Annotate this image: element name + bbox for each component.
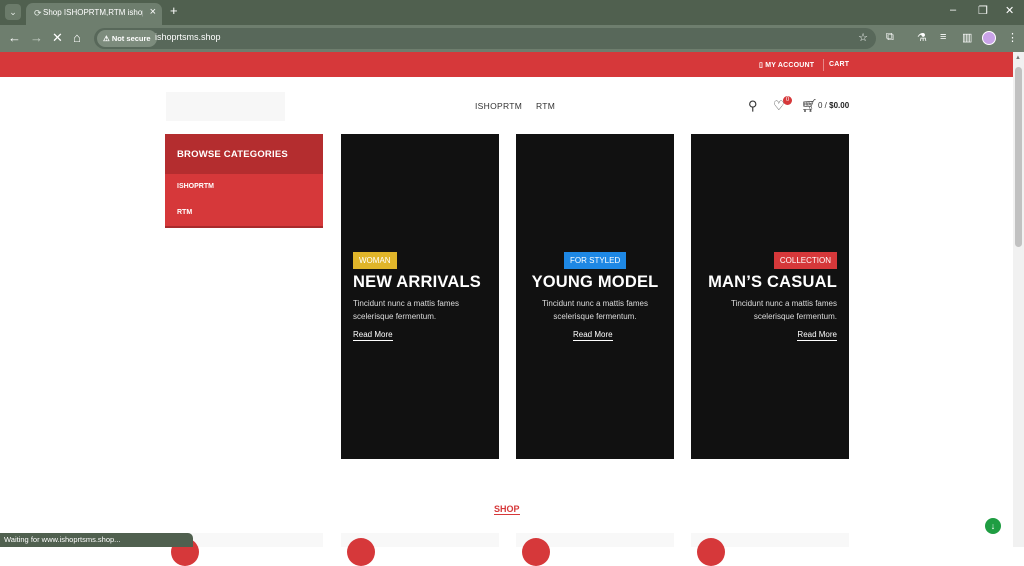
categories-title[interactable]: BROWSE CATEGORIES (165, 134, 323, 174)
address-bar[interactable]: ⚠ Not secure ishoprtsms.shop ☆ (94, 28, 876, 49)
banner-new-arrivals[interactable]: WOMAN NEW ARRIVALS Tincidunt nunc a matt… (341, 134, 499, 459)
banner-description: Tincidunt nunc a mattis fames scelerisqu… (731, 297, 837, 323)
product-badge (522, 538, 550, 566)
url-text[interactable]: ishoprtsms.shop (155, 32, 221, 42)
product-card[interactable] (516, 533, 674, 566)
stop-loading-icon[interactable]: ✕ (52, 30, 63, 46)
loading-favicon-icon: ⟳ (34, 8, 42, 18)
banner-description-line: scelerisque fermentum. (553, 312, 637, 321)
labs-flask-icon[interactable]: ⚗ (917, 31, 927, 44)
tab-close-icon[interactable]: × (150, 6, 156, 18)
banner-title: MAN’S CASUAL (708, 273, 837, 291)
read-more-link[interactable]: Read More (573, 330, 613, 341)
new-tab-icon[interactable]: + (170, 3, 178, 18)
wishlist-count-badge: 0 (783, 96, 792, 105)
banner-description-line: scelerisque fermentum. (353, 312, 437, 321)
banner-description: Tincidunt nunc a mattis fames scelerisqu… (516, 297, 674, 323)
banner-description-line: Tincidunt nunc a mattis fames (731, 299, 837, 308)
nav-item-rtm[interactable]: RTM (536, 101, 555, 111)
download-arrow-icon[interactable]: ↓ (985, 518, 1001, 534)
banner-description: Tincidunt nunc a mattis fames scelerisqu… (353, 297, 459, 323)
menu-dots-icon[interactable]: ⋮ (1007, 31, 1018, 44)
profile-avatar[interactable] (982, 31, 996, 45)
home-icon[interactable]: ⌂ (73, 30, 81, 45)
read-more-link[interactable]: Read More (353, 330, 393, 341)
nav-item-ishoprtm[interactable]: ISHOPRTM (475, 101, 522, 111)
not-secure-chip[interactable]: ⚠ Not secure (97, 30, 157, 47)
shop-section-title[interactable]: SHOP (494, 504, 520, 515)
cart-amount: $0.00 (829, 101, 850, 110)
forward-icon[interactable]: → (30, 30, 43, 45)
my-account-label: MY ACCOUNT (765, 62, 815, 69)
site-top-bar: ▯ MY ACCOUNT CART (0, 52, 1013, 77)
browser-status-bar: Waiting for www.ishoprtsms.shop... (0, 533, 193, 547)
product-card[interactable] (341, 533, 499, 566)
browser-tab[interactable]: ⟳ Shop ISHOPRTM,RTM ishoprtsms × (26, 3, 162, 25)
tab-search-icon[interactable]: ⌄ (5, 4, 21, 20)
read-more-link[interactable]: Read More (797, 330, 837, 341)
banner-title: NEW ARRIVALS (353, 273, 481, 291)
security-label: Not secure (111, 34, 151, 43)
scrollbar-thumb[interactable] (1015, 67, 1022, 247)
site-logo[interactable] (166, 92, 285, 121)
banner-badge: FOR STYLED (564, 252, 627, 269)
cart-link[interactable]: CART (829, 61, 849, 68)
side-panel-icon[interactable]: ▥ (962, 31, 972, 44)
minimize-icon[interactable]: – (950, 4, 956, 16)
cart-icon[interactable]: 🛒︎ (801, 98, 818, 114)
cart-count: 0 / (818, 101, 827, 110)
banner-young-model[interactable]: FOR STYLED YOUNG MODEL Tincidunt nunc a … (516, 134, 674, 459)
restore-icon[interactable]: ❐ (978, 4, 988, 17)
my-account-link[interactable]: ▯ MY ACCOUNT (759, 61, 814, 69)
browse-categories-menu: BROWSE CATEGORIES ISHOPRTM RTM (165, 134, 323, 228)
browser-toolbar: ← → ✕ ⌂ ⚠ Not secure ishoprtsms.shop ☆ ⧉… (0, 25, 1024, 52)
product-badge (697, 538, 725, 566)
product-badge (347, 538, 375, 566)
banner-description-line: Tincidunt nunc a mattis fames (542, 299, 648, 308)
bookmark-star-icon[interactable]: ☆ (858, 31, 868, 44)
banner-description-line: scelerisque fermentum. (753, 312, 837, 321)
back-icon[interactable]: ← (8, 30, 21, 45)
tab-title: Shop ISHOPRTM,RTM ishoprtsms (43, 8, 143, 17)
scroll-up-arrow-icon[interactable]: ▲ (1015, 55, 1021, 61)
category-item-ishoprtm[interactable]: ISHOPRTM (177, 183, 214, 190)
banner-badge: WOMAN (353, 252, 397, 269)
banner-mans-casual[interactable]: COLLECTION MAN’S CASUAL Tincidunt nunc a… (691, 134, 849, 459)
cart-total[interactable]: 0 / $0.00 (818, 101, 849, 110)
window-close-icon[interactable]: ✕ (1005, 4, 1014, 17)
reading-list-icon[interactable]: ≡ (940, 31, 946, 43)
page-scrollbar[interactable]: ▲ (1013, 52, 1024, 547)
category-item-rtm[interactable]: RTM (177, 209, 192, 216)
product-card[interactable] (691, 533, 849, 566)
topbar-divider (823, 59, 824, 71)
browser-tab-bar: ⌄ ⟳ Shop ISHOPRTM,RTM ishoprtsms × + – ❐… (0, 0, 1024, 25)
search-icon[interactable]: ⚲ (748, 98, 758, 114)
banner-description-line: Tincidunt nunc a mattis fames (353, 299, 459, 308)
banner-badge: COLLECTION (773, 252, 837, 269)
banner-title: YOUNG MODEL (531, 273, 659, 291)
extensions-icon[interactable]: ⧉ (886, 31, 894, 44)
